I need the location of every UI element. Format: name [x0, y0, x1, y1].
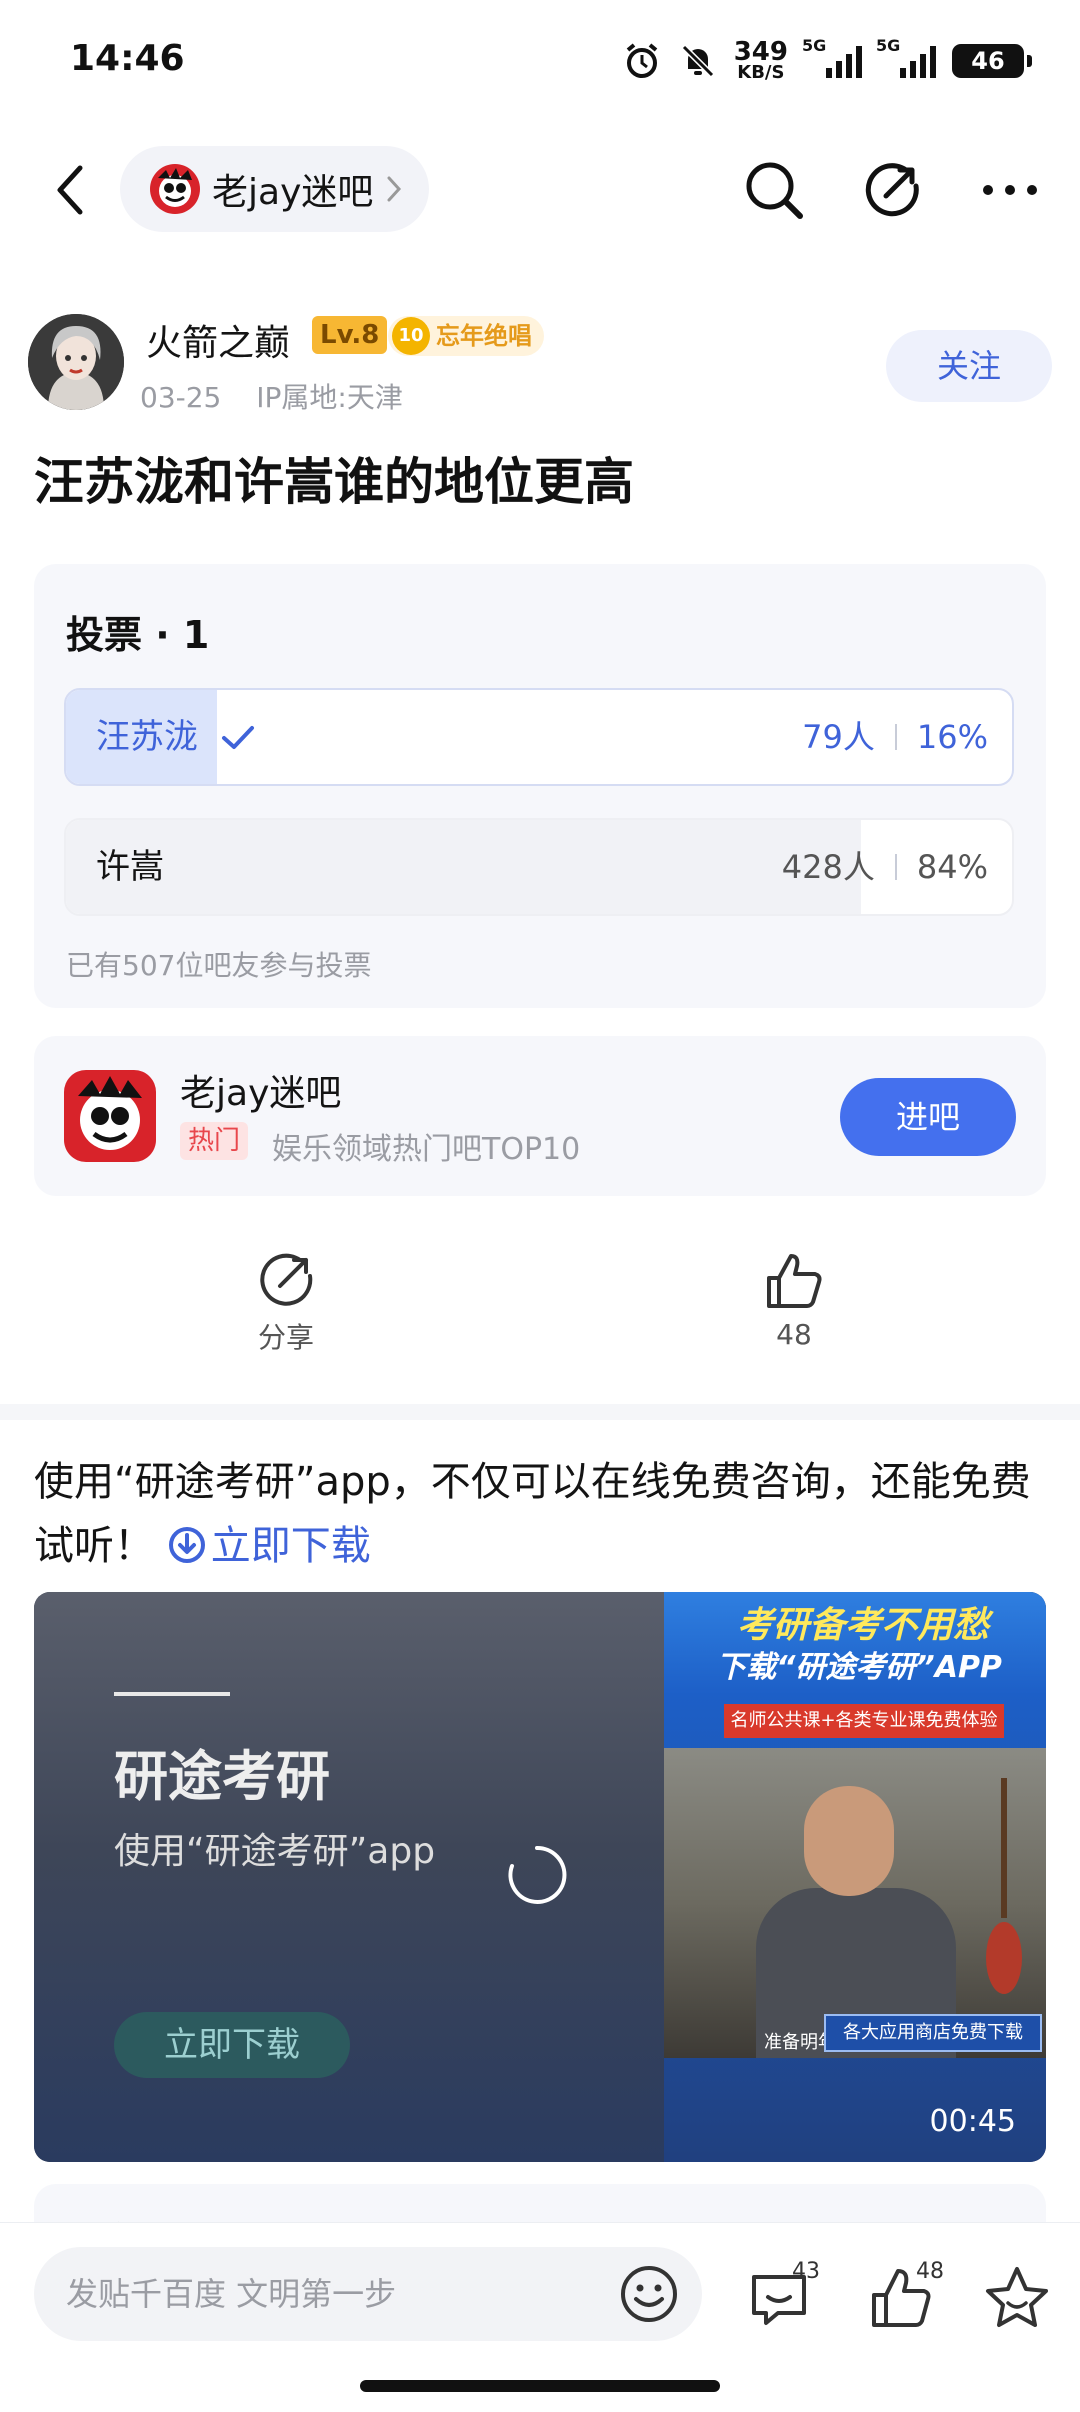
share-icon	[260, 1253, 313, 1306]
search-icon	[746, 162, 803, 219]
alarm-icon	[626, 43, 657, 78]
share-action[interactable]: 分享	[206, 1250, 366, 1356]
vote-option-wangsulong[interactable]: 汪苏泷 79人 16%	[64, 688, 1014, 786]
signal-icon-1: 5G	[802, 36, 862, 78]
status-bar: 14:46 349 KB/S 5G 5G 46	[0, 0, 1080, 120]
star-icon	[986, 2267, 1048, 2327]
vote-heading: 投票 · 1	[66, 613, 210, 657]
signal-icon-2: 5G	[876, 36, 936, 78]
enter-forum-button[interactable]: 进吧	[840, 1078, 1016, 1156]
ad-presenter-image: 准备明年考研的同学	[664, 1748, 1046, 2058]
post-title: 汪苏泷和许嵩谁的地位更高	[34, 453, 634, 511]
status-time: 14:46	[70, 38, 185, 79]
post-author: 火箭之巅 Lv.8 10 忘年绝唱 03-25 IP属地:天津 关注	[28, 310, 1052, 420]
vote-count: 79人	[802, 718, 875, 756]
ad-brand: 研途考研	[114, 1745, 330, 1808]
author-name[interactable]: 火箭之巅	[146, 314, 290, 366]
ad-video[interactable]: 研途考研 使用“研途考研”app 立即下载 考研备考不用愁 下载“研途考研”AP…	[34, 1592, 1046, 2162]
thumbs-up-icon	[767, 1254, 822, 1308]
more-icon	[983, 185, 1037, 195]
forum-card[interactable]: 老jay迷吧 热门 娱乐领域热门吧TOP10 进吧	[34, 1036, 1046, 1196]
vote-option-stats: 79人 16%	[802, 690, 988, 784]
vote-percent: 84%	[916, 848, 988, 886]
ad-headline-2: 下载“研途考研”APP	[716, 1650, 1002, 1685]
guitar-icon	[986, 1778, 1022, 1994]
section-divider	[0, 1404, 1080, 1420]
vote-option-label: 许嵩	[96, 847, 164, 887]
ip-location: IP属地:天津	[256, 381, 403, 414]
ad-headline: 考研备考不用愁	[736, 1605, 989, 1646]
top-nav: 老jay迷吧	[0, 140, 1080, 240]
status-icons: 349 KB/S 5G 5G 46	[622, 36, 1032, 86]
ad-text: 使用“研途考研”app，不仅可以在线免费咨询，还能免费试听！ 立即下载	[34, 1450, 1048, 1578]
check-icon	[222, 726, 254, 749]
share-label: 分享	[257, 1321, 314, 1354]
ad-video-thumbnail: 考研备考不用愁 下载“研途考研”APP 名师公共课+各类专业课免费体验 准备明年…	[664, 1592, 1046, 2162]
back-button[interactable]	[40, 160, 100, 220]
forum-avatar	[64, 1070, 156, 1162]
author-avatar[interactable]	[28, 314, 124, 410]
reply-placeholder: 发贴千百度 文明第一步	[66, 2275, 397, 2313]
share-icon	[865, 163, 919, 217]
battery-indicator: 46	[952, 44, 1032, 78]
mute-bell-icon	[681, 44, 714, 78]
video-duration: 00:45	[929, 2104, 1016, 2139]
ad-download-button[interactable]: 立即下载	[114, 2012, 350, 2078]
vote-option-label: 汪苏泷	[96, 717, 198, 757]
like-count-bar: 48	[916, 2259, 944, 2284]
medal-icon: 10	[392, 317, 430, 355]
forum-pill-name: 老jay迷吧	[212, 172, 374, 213]
net-speed: 349 KB/S	[733, 37, 788, 83]
post-actions: 分享 48	[0, 1250, 1080, 1370]
level-badge: Lv.8	[312, 316, 388, 354]
vote-total-text: 已有507位吧友参与投票	[66, 949, 372, 982]
vote-option-xusong[interactable]: 许嵩 428人 84%	[64, 818, 1014, 916]
vote-percent: 16%	[916, 718, 988, 756]
chevron-right-icon	[387, 176, 402, 202]
vote-option-stats: 428人 84%	[782, 820, 988, 914]
hot-tag: 热门	[180, 1122, 249, 1160]
author-meta: 03-25 IP属地:天津	[140, 376, 403, 416]
more-button[interactable]	[970, 150, 1050, 230]
vote-card: 投票 · 1 汪苏泷 79人 16% 许嵩 428人 84% 已有507位吧友参…	[34, 564, 1046, 1008]
forum-avatar-small	[150, 164, 200, 214]
download-icon	[168, 1527, 205, 1563]
follow-button[interactable]: 关注	[886, 330, 1052, 402]
title-badge: 10 忘年绝唱	[388, 316, 544, 356]
ad-store-note: 各大应用商店免费下载	[824, 2014, 1042, 2052]
ad-subtitle: 使用“研途考研”app	[114, 1831, 436, 1872]
share-button[interactable]	[852, 150, 932, 230]
post-date: 03-25	[140, 381, 222, 414]
reply-input[interactable]: 发贴千百度 文明第一步	[34, 2247, 702, 2341]
search-button[interactable]	[734, 150, 814, 230]
forum-description: 娱乐领域热门吧TOP10	[272, 1132, 581, 1167]
next-card-peek: 研途考研	[34, 2184, 1046, 2224]
emoji-icon[interactable]	[618, 2263, 680, 2325]
forum-pill[interactable]: 老jay迷吧	[120, 146, 430, 232]
comment-count: 43	[792, 2259, 820, 2284]
vote-bar	[66, 820, 861, 914]
chevron-left-icon	[57, 165, 83, 215]
ad-video-cover: 研途考研 使用“研途考研”app 立即下载	[34, 1592, 664, 2162]
loading-spinner-icon	[508, 1845, 567, 1904]
home-indicator[interactable]	[360, 2380, 720, 2392]
ad-download-link[interactable]: 立即下载	[167, 1523, 371, 1569]
like-count: 48	[776, 1318, 812, 1351]
like-action[interactable]: 48	[714, 1250, 874, 1351]
vote-count: 428人	[781, 848, 875, 886]
ad-band: 名师公共课+各类专业课免费体验	[724, 1704, 1004, 1738]
forum-name: 老jay迷吧	[180, 1073, 342, 1114]
